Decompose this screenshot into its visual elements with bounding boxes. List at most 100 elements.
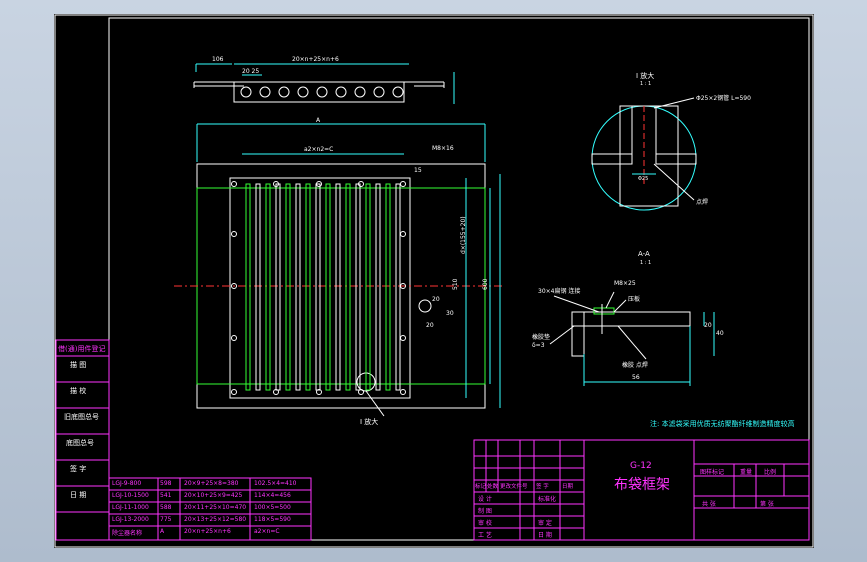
parts-table-cell: LGJ-11-1000 xyxy=(112,504,149,511)
parts-table-header-cell: A xyxy=(160,528,165,535)
top-view-pipe xyxy=(373,86,385,98)
detail-I-weld: 点焊 xyxy=(696,199,709,206)
front-view-bolt xyxy=(400,231,406,237)
parts-table-cell: 114×4=456 xyxy=(254,492,291,499)
note-text: 注: 本滤袋采用优质无纺聚酯纤维制造精度较高 xyxy=(650,420,795,428)
parts-table-cell: 20×9+25×8=380 xyxy=(184,480,239,487)
front-view xyxy=(174,123,504,417)
parts-table-cell: 118×5=590 xyxy=(254,516,291,523)
revision-header-cell: 处数 xyxy=(487,484,499,490)
dim-small-20a: 20 xyxy=(432,296,440,303)
parts-table-header-cell: a2×n=C xyxy=(254,528,280,535)
top-view-pipe xyxy=(297,86,309,98)
section-AA-dim-20: 20 xyxy=(704,322,712,329)
parts-table-cell: 20×13+25×12=580 xyxy=(184,516,247,523)
title-left-label: 审 校 xyxy=(478,520,492,527)
dim-bolt-note: M8×16 xyxy=(432,145,454,152)
detail-I-scale: 1 : 1 xyxy=(640,81,652,87)
parts-table-cell: 775 xyxy=(160,516,172,523)
section-AA-gasket: 橡胶垫 δ=3 xyxy=(532,334,551,349)
dim-width-a: A xyxy=(316,117,321,124)
front-view-bolts xyxy=(231,181,406,395)
title-sheet-total: 共 张 xyxy=(702,501,716,508)
revision-header-cell: 更改文件号 xyxy=(500,484,528,490)
front-view-bolt xyxy=(358,389,364,395)
left-label-6: 日 期 xyxy=(70,491,87,499)
section-AA xyxy=(549,291,715,386)
detail-I xyxy=(591,97,697,211)
front-view-pipe xyxy=(345,183,351,391)
front-view-bolt xyxy=(231,335,237,341)
parts-table-cell: 598 xyxy=(160,480,172,487)
top-view-pipe xyxy=(259,86,271,98)
parts-table-cell: 541 xyxy=(160,492,172,499)
dim-top-small: 20 25 xyxy=(242,68,260,75)
title-mid-label: 审 定 xyxy=(538,520,552,527)
section-AA-title: A-A xyxy=(638,250,650,258)
revision-header-cell: 日期 xyxy=(562,484,574,490)
title-right-header: 比例 xyxy=(764,469,777,476)
front-view-pipes xyxy=(245,183,401,391)
front-view-pipe xyxy=(375,183,381,391)
callout-I: I 放大 xyxy=(360,418,379,426)
detail-I-dia: Φ25 xyxy=(638,176,649,182)
title-right-header: 图样标记 xyxy=(700,469,725,476)
title-right-header: 重量 xyxy=(740,469,753,476)
front-view-bolt xyxy=(231,181,237,187)
front-view-bolt xyxy=(400,335,406,341)
title-sheet-number: 第 张 xyxy=(760,501,774,508)
top-view-pipe xyxy=(316,86,328,98)
section-AA-bar: 30×4扁钢 连接 xyxy=(538,288,581,295)
drawing-number: G-12 xyxy=(630,461,652,471)
front-view-pipe xyxy=(335,183,341,391)
parts-table-cell: 102.5×4=410 xyxy=(254,480,297,487)
left-label-3: 旧底图总号 xyxy=(64,413,99,421)
parts-table-cell: 100×5=500 xyxy=(254,504,291,511)
front-view-pipe xyxy=(385,183,391,391)
dim-small-20b: 20 xyxy=(426,322,434,329)
dim-vertical-total: d×(155+20) xyxy=(460,216,467,254)
top-view xyxy=(193,63,455,104)
parts-table-header-cell: 除尘器名称 xyxy=(112,530,143,537)
left-label-2: 描 校 xyxy=(70,387,87,395)
dim-vertical-outer: 600 xyxy=(482,278,489,290)
drawing-sheet: 借(通)用件登记 描 图 描 校 旧底图总号 底图总号 签 字 日 期 20×n… xyxy=(54,14,814,548)
parts-table-cell: 588 xyxy=(160,504,172,511)
section-AA-bolt: M8×25 xyxy=(614,280,636,287)
parts-table-cell: LGJ-10-1500 xyxy=(112,492,149,499)
front-view-pipe xyxy=(245,183,251,391)
left-label-1: 描 图 xyxy=(70,361,87,369)
top-view-pipe xyxy=(392,86,404,98)
front-view-pipe xyxy=(255,183,261,391)
section-AA-weld: 橡胶 点焊 xyxy=(622,362,648,369)
dim-vertical-inner: 510 xyxy=(452,278,459,290)
title-mid-label: 标准化 xyxy=(538,496,557,503)
section-AA-dim-56: 56 xyxy=(632,374,640,381)
parts-table-cell: 20×11+25×10=470 xyxy=(184,504,247,511)
top-view-pipe xyxy=(335,86,347,98)
left-label-4: 底图总号 xyxy=(66,439,94,447)
left-label-0: 借(通)用件登记 xyxy=(58,345,106,353)
revision-header-cell: 标记 xyxy=(475,484,487,490)
front-view-bolt xyxy=(400,181,406,187)
dim-side-right: 15 xyxy=(414,167,422,174)
front-view-pipe xyxy=(315,183,321,391)
section-AA-dim-40: 40 xyxy=(716,330,724,337)
front-view-pipe xyxy=(365,183,371,391)
left-label-5: 签 字 xyxy=(70,465,87,473)
front-view-pipe xyxy=(295,183,301,391)
title-left-label: 设 计 xyxy=(478,496,492,503)
title-left-label: 工 艺 xyxy=(478,532,492,539)
top-view-pipe xyxy=(240,86,252,98)
top-view-pipe xyxy=(354,86,366,98)
front-view-pipe xyxy=(325,183,331,391)
front-view-pipe xyxy=(355,183,361,391)
section-AA-scale: 1 : 1 xyxy=(640,260,652,266)
front-view-pipe xyxy=(275,183,281,391)
parts-table-cell: LGJ-9-800 xyxy=(112,480,142,487)
title-left-label: 制 图 xyxy=(478,508,492,515)
top-view-pipes xyxy=(240,86,404,98)
dim-top-overall: 20×n+25×n+6 xyxy=(292,56,339,63)
dim-inner-span: a2×n2=C xyxy=(304,146,334,153)
front-view-pipe xyxy=(395,183,401,391)
